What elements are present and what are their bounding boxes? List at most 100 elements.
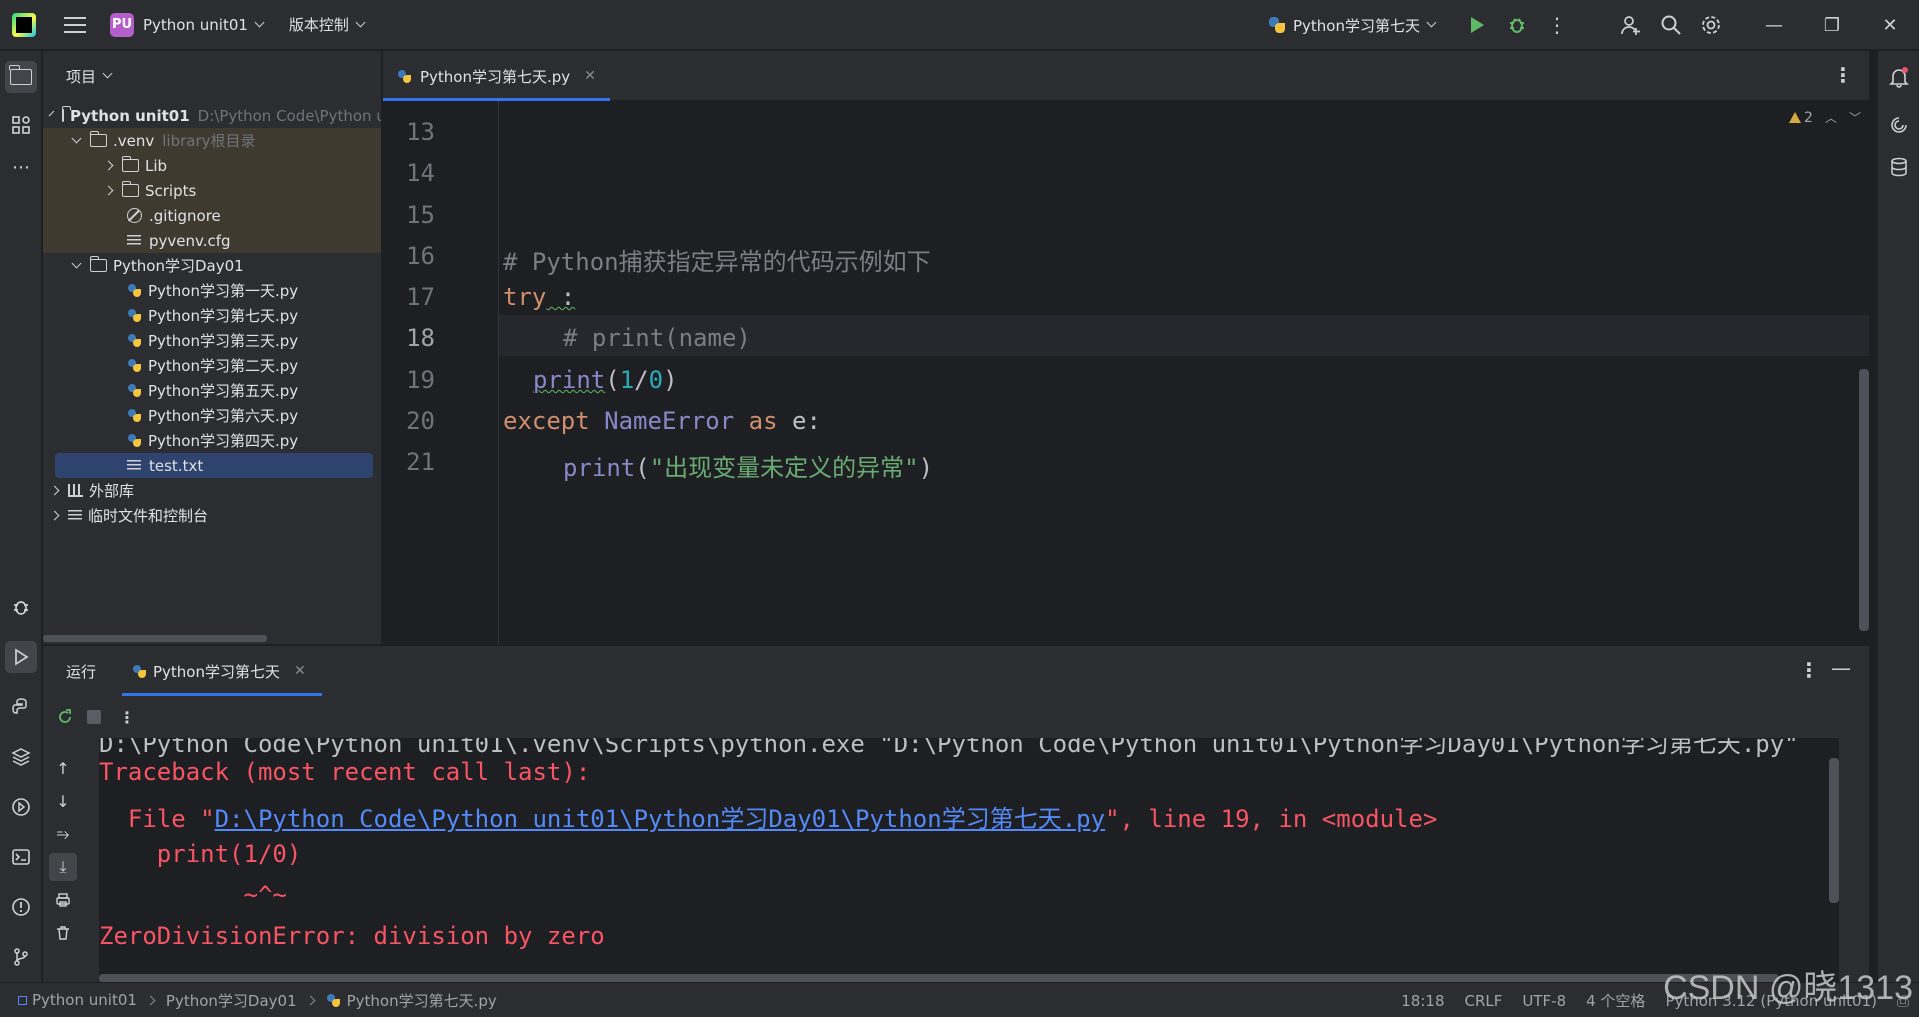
code-line-18[interactable]: # print(name)	[563, 324, 751, 352]
line-separator[interactable]: CRLF	[1465, 992, 1503, 1010]
run-options-icon[interactable]: ⋮	[1799, 658, 1819, 682]
restore-window-icon[interactable]: ❐	[1803, 0, 1861, 50]
chevron-down-icon[interactable]	[71, 258, 82, 269]
tree-item-py-file[interactable]: Python学习第七天.py	[43, 303, 381, 328]
arrow-up-icon[interactable]: ↑	[49, 754, 77, 782]
notifications-button[interactable]	[1883, 61, 1915, 93]
run-console-output[interactable]: D:\Python Code\Python unit01\.venv\Scrip…	[99, 738, 1839, 983]
editor-tab-active[interactable]: Python学习第七天.py ✕	[383, 51, 610, 101]
tree-item-py-file[interactable]: Python学习第六天.py	[43, 403, 381, 428]
tree-item-test-txt[interactable]: test.txt	[55, 453, 373, 478]
editor-vertical-scrollbar[interactable]	[1859, 369, 1869, 631]
tree-item-pyvenv-cfg[interactable]: pyvenv.cfg	[43, 228, 381, 253]
tree-item-day01-folder[interactable]: Python学习Day01	[43, 253, 381, 278]
layers-tool-button[interactable]	[5, 741, 37, 773]
close-tab-icon[interactable]: ✕	[294, 663, 306, 679]
chevron-down-icon[interactable]	[254, 17, 265, 27]
chevron-right-icon[interactable]	[103, 185, 114, 196]
breadcrumb-item[interactable]: Python unit01	[32, 991, 137, 1009]
code-line-21[interactable]: print("出现变量未定义的异常")	[563, 448, 933, 483]
chevron-right-icon[interactable]	[49, 485, 60, 496]
code-line-16[interactable]: # Python捕获指定异常的代码示例如下	[503, 242, 931, 277]
run-button[interactable]	[1457, 5, 1497, 45]
caret-position[interactable]: 18:18	[1401, 992, 1444, 1010]
add-user-icon[interactable]	[1611, 5, 1651, 45]
tree-item-project-root[interactable]: Python unit01 D:\Python Code\Python unit…	[43, 103, 381, 128]
git-tool-button[interactable]	[5, 941, 37, 973]
tree-item-py-file[interactable]: Python学习第四天.py	[43, 428, 381, 453]
python-file-icon	[127, 433, 142, 448]
project-badge[interactable]: PU	[110, 12, 134, 37]
rerun-icon[interactable]	[53, 705, 77, 729]
project-panel-header[interactable]: 项目	[43, 51, 381, 101]
code-punct: :	[546, 283, 576, 311]
soft-wrap-icon[interactable]: ⥱	[49, 820, 77, 848]
tree-item-external-libraries[interactable]: 外部库	[43, 478, 381, 503]
python-file-icon	[127, 383, 142, 398]
folder-icon	[121, 156, 139, 172]
search-icon[interactable]	[1651, 5, 1691, 45]
hide-panel-icon[interactable]: —	[1831, 656, 1851, 680]
tab-options-icon[interactable]: ⋮	[1833, 63, 1853, 87]
trash-icon[interactable]	[49, 919, 77, 947]
tree-item-gitignore[interactable]: .gitignore	[43, 203, 381, 228]
run-tab[interactable]: Python学习第七天 ✕	[122, 646, 322, 696]
project-tool-button[interactable]	[5, 61, 37, 93]
tree-item-py-file[interactable]: Python学习第三天.py	[43, 328, 381, 353]
horizontal-scrollbar[interactable]	[43, 635, 267, 642]
chevron-down-icon[interactable]	[102, 68, 113, 79]
next-highlight-icon[interactable]: ﹀	[1849, 109, 1861, 126]
close-window-icon[interactable]: ✕	[1861, 0, 1919, 50]
print-icon[interactable]	[49, 886, 77, 914]
settings-gear-icon[interactable]	[1691, 5, 1731, 45]
chevron-down-icon[interactable]	[71, 133, 82, 144]
breadcrumb-item[interactable]: Python学习Day01	[166, 990, 297, 1011]
close-tab-icon[interactable]: ✕	[584, 68, 596, 84]
chevron-down-icon[interactable]	[48, 110, 55, 117]
code-line-19[interactable]: print(1/0)	[533, 366, 678, 394]
terminal-tool-button[interactable]	[5, 841, 37, 873]
console-file-link[interactable]: D:\Python Code\Python unit01\Python学习Day…	[215, 805, 1105, 833]
more-tools-icon[interactable]: ⋯	[5, 151, 37, 183]
file-encoding[interactable]: UTF-8	[1522, 992, 1566, 1010]
chevron-right-icon[interactable]	[103, 160, 114, 171]
breadcrumb-item[interactable]: Python学习第七天.py	[347, 990, 497, 1011]
vcs-menu[interactable]: 版本控制	[289, 14, 349, 35]
structure-tool-button[interactable]	[5, 109, 37, 141]
inspection-indicator[interactable]: 2 ︿ ﹀	[1789, 109, 1861, 126]
minimize-window-icon[interactable]: —	[1745, 0, 1803, 50]
console-vertical-scrollbar[interactable]	[1829, 758, 1839, 903]
python-packages-button[interactable]	[5, 691, 37, 723]
code-line-17[interactable]: try :	[503, 283, 575, 311]
more-actions-icon[interactable]: ⋮	[1537, 5, 1577, 45]
left-tool-stripe: ⋯	[0, 51, 42, 982]
services-tool-button[interactable]	[5, 791, 37, 823]
line-number: 13	[406, 118, 435, 146]
problems-tool-button[interactable]	[5, 891, 37, 923]
tree-item-scratches[interactable]: 临时文件和控制台	[43, 503, 381, 528]
ai-assistant-button[interactable]	[1883, 109, 1915, 141]
line-number: 16	[406, 242, 435, 270]
chevron-right-icon[interactable]	[49, 510, 60, 521]
debug-tool-button[interactable]	[5, 591, 37, 623]
run-tool-button[interactable]	[5, 641, 37, 673]
tree-item-lib[interactable]: Lib	[43, 153, 381, 178]
indent-setting[interactable]: 4 个空格	[1586, 990, 1645, 1011]
arrow-down-icon[interactable]: ↓	[49, 787, 77, 815]
main-menu-icon[interactable]	[64, 16, 86, 33]
tree-item-scripts[interactable]: Scripts	[43, 178, 381, 203]
previous-highlight-icon[interactable]: ︿	[1825, 109, 1837, 126]
stop-icon[interactable]	[87, 710, 101, 724]
debug-button[interactable]	[1497, 5, 1537, 45]
run-config-selector[interactable]: Python学习第七天	[1268, 15, 1437, 36]
tree-item-venv[interactable]: .venv library根目录	[43, 128, 381, 153]
tree-item-py-file[interactable]: Python学习第二天.py	[43, 353, 381, 378]
code-line-20[interactable]: except NameError as e:	[503, 407, 821, 435]
database-button[interactable]	[1883, 151, 1915, 183]
project-name[interactable]: Python unit01	[143, 16, 248, 34]
scroll-to-end-icon[interactable]: ⤓	[49, 853, 77, 881]
more-actions-icon[interactable]: ⋮	[119, 708, 135, 727]
tree-item-py-file[interactable]: Python学习第一天.py	[43, 278, 381, 303]
chevron-down-icon[interactable]	[355, 17, 366, 27]
tree-item-py-file[interactable]: Python学习第五天.py	[43, 378, 381, 403]
